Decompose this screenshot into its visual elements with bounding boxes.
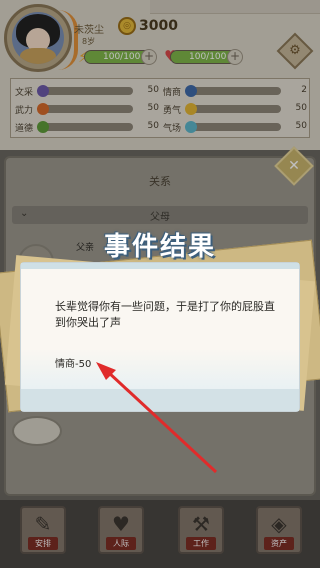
- event-description: 长辈觉得你有一些问题，于是打了你的屁股直到你哭出了声: [55, 300, 275, 329]
- event-result-dialog[interactable]: 长辈觉得你有一些问题，于是打了你的屁股直到你哭出了声 情商-50: [20, 262, 300, 412]
- dialog-title: 事件结果: [103, 232, 216, 262]
- event-effect: 情商-50: [55, 359, 92, 370]
